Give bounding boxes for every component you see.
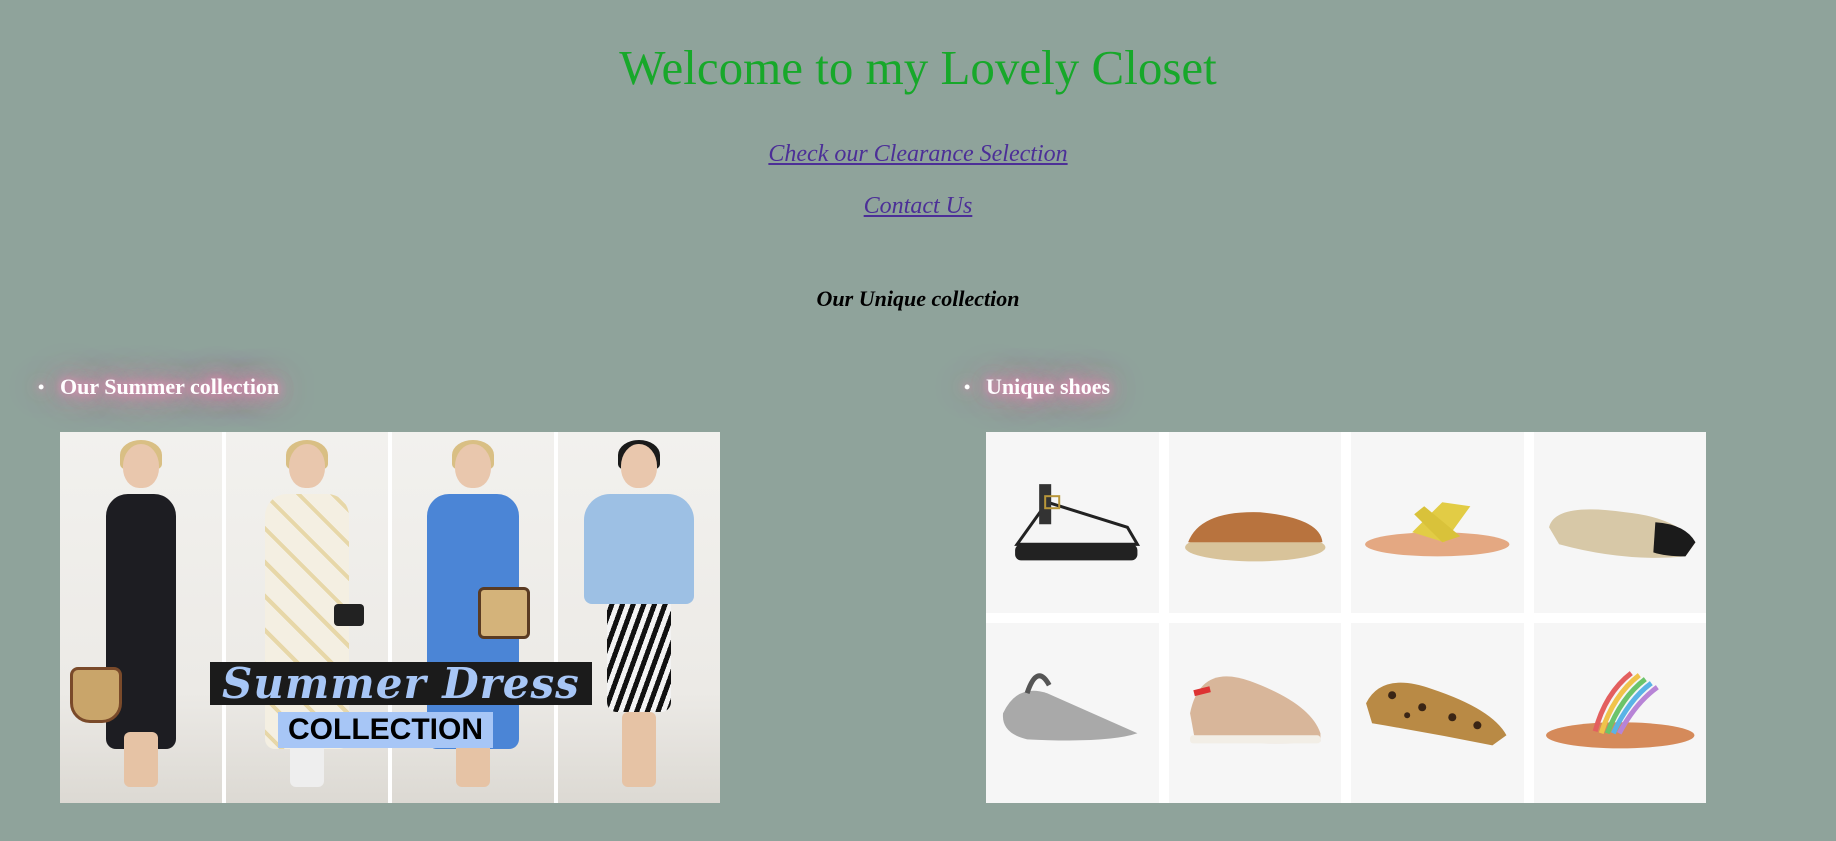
shoes-section-label: • Unique shoes: [964, 372, 1111, 402]
summer-section-text: Our Summer collection: [60, 374, 280, 399]
page-title: Welcome to my Lovely Closet: [619, 40, 1217, 95]
dress-panel-black: [60, 432, 222, 803]
shoes-section-text: Unique shoes: [986, 374, 1111, 399]
silver-mule-icon: [986, 622, 1159, 803]
tan-espadrille-icon: [1168, 432, 1341, 613]
rainbow-thong-sandal-icon: [1533, 622, 1706, 803]
clearance-link[interactable]: Check our Clearance Selection: [0, 141, 1836, 168]
bullet-icon: •: [964, 377, 971, 397]
collection-overlay: COLLECTION: [278, 712, 493, 748]
summer-dress-overlay: Summer Dress: [210, 662, 592, 705]
yellow-slide-icon: [1351, 432, 1524, 613]
bullet-icon: •: [38, 377, 45, 397]
black-white-sandal-icon: [986, 432, 1159, 613]
shoes-grid-image: [986, 432, 1706, 803]
summer-section-label: • Our Summer collection: [38, 372, 280, 402]
leopard-loafer-icon: [1351, 622, 1524, 803]
summer-dress-image: Summer Dress COLLECTION: [60, 432, 720, 803]
quilted-flat-icon: [1533, 432, 1706, 613]
beige-oxford-icon: [1168, 622, 1341, 803]
collection-heading: Our Unique collection: [816, 286, 1020, 311]
dress-panel-zebra: [558, 432, 720, 803]
contact-link[interactable]: Contact Us: [0, 193, 1836, 220]
